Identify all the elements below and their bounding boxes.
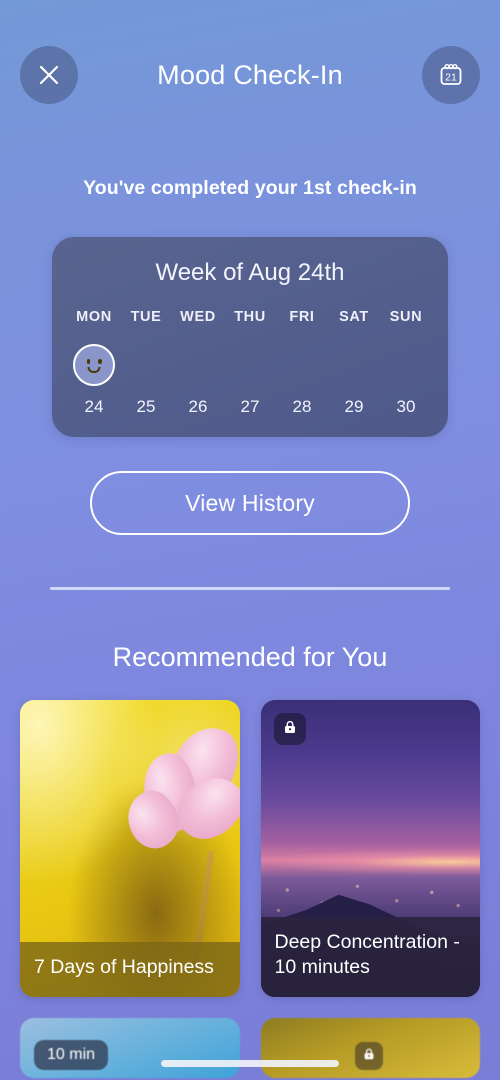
date-number-wed: 26: [188, 397, 208, 416]
day-label-thu: THU: [234, 309, 266, 325]
week-grid: MON TUE WED THU FRI SAT SUN 24 25 26 27 …: [68, 309, 432, 417]
mood-cell-sat[interactable]: [328, 339, 380, 391]
checkin-status-text: You've completed your 1st check-in: [83, 177, 417, 199]
section-divider: [50, 587, 450, 590]
date-number-sun: 30: [396, 397, 416, 416]
date-number-mon: 24: [84, 397, 104, 416]
date-number-fri: 28: [292, 397, 312, 416]
calendar-icon: 21: [437, 61, 465, 89]
recommended-card-partial-right[interactable]: [260, 1018, 480, 1078]
day-label-wed: WED: [180, 309, 216, 325]
view-history-button[interactable]: View History: [90, 471, 410, 535]
smiley-face-icon: [80, 351, 109, 380]
card-title: 7 Days of Happiness: [20, 942, 240, 997]
day-label-sun: SUN: [389, 309, 423, 325]
date-number-thu: 27: [240, 397, 260, 416]
mood-cell-sun[interactable]: [380, 339, 432, 391]
mood-cell-fri[interactable]: [276, 339, 328, 391]
week-card-title: Week of Aug 24th: [155, 259, 345, 286]
week-summary-card: Week of Aug 24th MON TUE WED THU FRI SAT…: [52, 237, 448, 437]
recommended-card-happiness[interactable]: 7 Days of Happiness: [20, 700, 240, 997]
recommended-card-deep-concentration[interactable]: Deep Concentration - 10 minutes: [260, 700, 480, 997]
date-number-sat: 29: [344, 397, 364, 416]
mood-cell-wed[interactable]: [172, 339, 224, 391]
history-button-wrap: View History: [0, 471, 500, 535]
recommended-heading: Recommended for You: [112, 642, 388, 672]
lock-icon: [362, 1047, 376, 1066]
card-title: Deep Concentration - 10 minutes: [260, 916, 480, 997]
recommended-card-partial-left[interactable]: 10 min: [20, 1018, 240, 1078]
recommended-card-grid: 7 Days of Happiness Deep Concentration -…: [0, 673, 500, 997]
lock-badge[interactable]: [354, 1042, 383, 1070]
mood-cell-thu[interactable]: [224, 339, 276, 391]
mood-cell-mon[interactable]: [68, 339, 120, 391]
header: Mood Check-In 21: [0, 0, 500, 150]
mood-cell-tue[interactable]: [120, 339, 172, 391]
close-button[interactable]: [20, 46, 78, 104]
day-label-fri: FRI: [289, 309, 315, 325]
lock-icon: [282, 719, 298, 740]
svg-text:21: 21: [445, 71, 457, 83]
home-indicator[interactable]: [161, 1060, 339, 1067]
date-number-tue: 25: [136, 397, 156, 416]
lock-badge[interactable]: [273, 713, 306, 745]
day-label-tue: TUE: [130, 309, 162, 325]
calendar-button[interactable]: 21: [422, 46, 480, 104]
close-icon: [36, 62, 62, 88]
mood-entry-mon[interactable]: [73, 344, 115, 386]
duration-badge: 10 min: [34, 1040, 109, 1070]
mood-check-in-screen: { "header": { "title": "Mood Check-In", …: [0, 0, 500, 1080]
day-label-mon: MON: [76, 309, 112, 325]
day-label-sat: SAT: [339, 309, 369, 325]
